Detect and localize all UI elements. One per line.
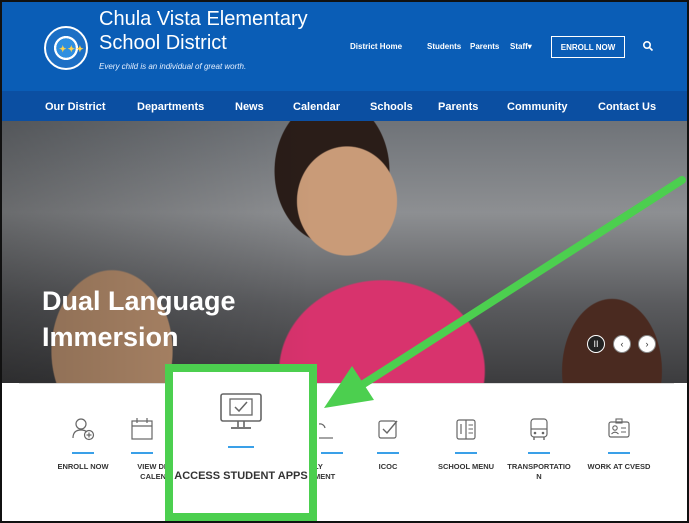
id-card-icon	[608, 418, 630, 438]
add-user-icon	[72, 418, 95, 441]
quicklink-accent-bar	[131, 452, 153, 454]
nav-community[interactable]: Community	[507, 101, 568, 113]
quicklink-accent-bar	[377, 452, 399, 454]
quicklink-accent-bar	[72, 452, 94, 454]
quicklink-label: WORK AT CVESD	[587, 462, 651, 471]
quicklink-accent-bar	[528, 452, 550, 454]
quicklink-label: ENROLL NOW	[57, 462, 109, 471]
quicklink-accent-bar	[321, 452, 343, 454]
nav-our-district[interactable]: Our District	[45, 101, 106, 113]
enroll-now-button[interactable]: ENROLL NOW	[551, 36, 625, 58]
utility-link-students[interactable]: Students	[427, 42, 461, 51]
quicklink-label: ICOC	[378, 462, 398, 471]
utility-link-parents[interactable]: Parents	[470, 42, 499, 51]
menu-book-icon	[456, 419, 476, 440]
quicklink-accent-bar	[455, 452, 477, 454]
checkbox-icon	[378, 420, 398, 439]
quicklink-label: VIEW DI CALEN	[137, 462, 166, 481]
quicklink-view-calendar[interactable]: VIEW DI CALEN	[118, 416, 166, 482]
bus-icon	[530, 418, 548, 440]
quicklink-school-menu[interactable]: SCHOOL MENU	[431, 416, 501, 472]
nav-news[interactable]: News	[235, 101, 264, 113]
main-nav: Our District Departments News Calendar S…	[2, 91, 687, 121]
quicklink-label: TRANSPORTATIO N	[507, 462, 571, 481]
quicklink-accent-bar	[228, 446, 254, 448]
quicklink-label: ACCESS STUDENT APPS	[174, 470, 308, 482]
slideshow-pause-button[interactable]: II	[587, 335, 605, 353]
quicklink-transportation[interactable]: TRANSPORTATIO N	[504, 416, 574, 482]
hero-slideshow[interactable]: Dual Language Immersion II ‹ ›	[2, 121, 687, 383]
utility-link-district-home[interactable]: District Home	[350, 42, 402, 51]
person-icon	[319, 423, 333, 439]
nav-parents[interactable]: Parents	[438, 101, 478, 113]
logo-emblem: ✦✦✦	[59, 44, 85, 54]
calendar-icon	[131, 418, 153, 440]
nav-calendar[interactable]: Calendar	[293, 101, 340, 113]
quicklink-accent-bar	[608, 452, 630, 454]
quicklink-work-at-cvesd[interactable]: WORK AT CVESD	[584, 416, 654, 472]
quicklink-label: LY MENT	[314, 462, 336, 481]
quicklink-label: SCHOOL MENU	[437, 462, 495, 471]
district-logo[interactable]: ✦✦✦	[44, 26, 88, 70]
district-tagline: Every child is an individual of great wo…	[99, 62, 247, 71]
quicklink-access-student-apps[interactable]: ACCESS STUDENT APPS	[165, 364, 317, 521]
page-frame: ✦✦✦ Chula Vista Elementary School Distri…	[0, 0, 689, 523]
slideshow-prev-button[interactable]: ‹	[613, 335, 631, 353]
nav-schools[interactable]: Schools	[370, 101, 413, 113]
utility-link-staff[interactable]: Staff▾	[510, 42, 532, 51]
slideshow-next-button[interactable]: ›	[638, 335, 656, 353]
quicklink-family-engagement[interactable]: LY MENT	[314, 416, 350, 482]
quicklink-enroll-now[interactable]: ENROLL NOW	[48, 416, 118, 472]
search-icon[interactable]	[642, 40, 654, 52]
site-header: ✦✦✦ Chula Vista Elementary School Distri…	[2, 2, 687, 91]
nav-contact-us[interactable]: Contact Us	[598, 101, 656, 113]
district-name-line2[interactable]: School District	[99, 32, 227, 55]
district-name-line1[interactable]: Chula Vista Elementary	[99, 8, 308, 31]
monitor-check-icon	[220, 393, 262, 429]
quicklink-icoc[interactable]: ICOC	[353, 416, 423, 472]
nav-departments[interactable]: Departments	[137, 101, 204, 113]
hero-title[interactable]: Dual Language Immersion	[42, 283, 302, 355]
